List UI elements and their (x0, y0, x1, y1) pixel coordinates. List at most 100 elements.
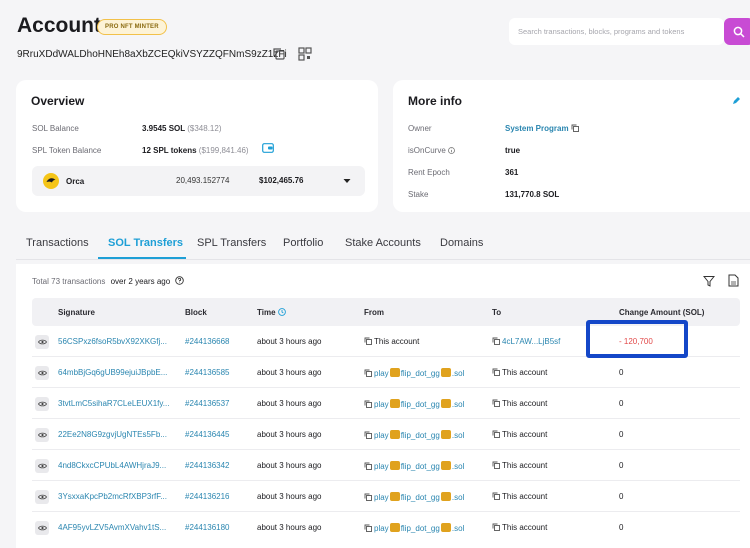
tabs-divider (16, 259, 750, 260)
block-link[interactable]: #244136585 (185, 368, 230, 377)
view-icon[interactable] (35, 335, 49, 349)
to-account-link[interactable]: 4cL7AW...LjB5sf (502, 337, 560, 346)
view-icon[interactable] (35, 366, 49, 380)
tab-stake-accounts[interactable]: Stake Accounts (345, 237, 421, 257)
help-icon[interactable] (175, 276, 185, 285)
col-to: To (492, 308, 502, 317)
from-name-part[interactable]: play (374, 369, 389, 378)
copy-icon[interactable] (364, 369, 372, 377)
block-link[interactable]: #244136668 (185, 337, 230, 346)
view-icon[interactable] (35, 521, 49, 535)
change-amount: 0 (619, 492, 624, 501)
copy-icon[interactable] (571, 124, 579, 132)
signature-link[interactable]: 3tvtLmC5sihaR7CLeLEUX1fy... (58, 399, 169, 408)
from-name-part[interactable]: flip_dot_gg (401, 462, 440, 471)
from-name-part[interactable]: .sol (452, 493, 464, 502)
block-link[interactable]: #244136216 (185, 492, 230, 501)
from-account: This account (374, 337, 420, 346)
from-cell[interactable]: play flip_dot_gg .sol (364, 523, 464, 533)
tab-sol-transfers[interactable]: SOL Transfers (108, 237, 183, 257)
signature-link[interactable]: 56CSPxz6fsoR5bvX92XKGfj... (58, 337, 167, 346)
to-cell: This account (492, 430, 547, 439)
copy-icon[interactable] (492, 523, 500, 531)
copy-icon[interactable] (492, 399, 500, 407)
from-name-part[interactable]: .sol (452, 369, 464, 378)
from-cell[interactable]: play flip_dot_gg .sol (364, 430, 464, 440)
edit-icon[interactable] (732, 96, 741, 105)
from-name-part[interactable]: .sol (452, 431, 464, 440)
signature-link[interactable]: 22Ee2N8G9zgvjUgNTEs5Fb... (58, 430, 167, 439)
sol-balance-usd: ($348.12) (187, 124, 222, 133)
signature-link[interactable]: 64mbBjGq6gUB99ejuiJBpbE... (58, 368, 167, 377)
view-icon[interactable] (35, 459, 49, 473)
copy-icon[interactable] (272, 47, 286, 61)
from-name-part[interactable]: play (374, 524, 389, 533)
copy-icon[interactable] (492, 461, 500, 469)
from-name-part[interactable]: flip_dot_gg (401, 400, 440, 409)
block-link[interactable]: #244136180 (185, 523, 230, 532)
copy-icon[interactable] (364, 462, 372, 470)
owner-link[interactable]: System Program (505, 124, 569, 133)
from-name-part[interactable]: flip_dot_gg (401, 369, 440, 378)
annotation-highlight-box (586, 320, 688, 358)
block-link[interactable]: #244136537 (185, 399, 230, 408)
tab-portfolio[interactable]: Portfolio (283, 237, 323, 257)
owner-value[interactable]: System Program (505, 124, 581, 133)
copy-icon[interactable] (492, 430, 500, 438)
tab-domains[interactable]: Domains (440, 237, 483, 257)
from-name-part[interactable]: play (374, 431, 389, 440)
from-name-part[interactable]: flip_dot_gg (401, 431, 440, 440)
from-name-part[interactable]: play (374, 400, 389, 409)
from-cell[interactable]: play flip_dot_gg .sol (364, 461, 464, 471)
clock-icon[interactable] (277, 308, 286, 316)
block-link[interactable]: #244136342 (185, 461, 230, 470)
tab-transactions[interactable]: Transactions (26, 237, 89, 257)
copy-icon[interactable] (364, 400, 372, 408)
search-bar[interactable] (509, 18, 724, 45)
from-name-part[interactable]: .sol (452, 524, 464, 533)
copy-icon[interactable] (492, 337, 500, 345)
from-name-part[interactable]: flip_dot_gg (401, 524, 440, 533)
qr-code-icon[interactable] (298, 47, 312, 61)
signature-link[interactable]: 3YsxxaKpcPb2mcRfXBP3rfF... (58, 492, 167, 501)
from-cell[interactable]: play flip_dot_gg .sol (364, 492, 464, 502)
col-signature: Signature (58, 308, 95, 317)
info-icon[interactable] (448, 147, 455, 154)
from-cell[interactable]: play flip_dot_gg .sol (364, 399, 464, 409)
from-name-part[interactable]: .sol (452, 462, 464, 471)
to-cell: This account (492, 399, 547, 408)
view-icon[interactable] (35, 397, 49, 411)
view-icon[interactable] (35, 490, 49, 504)
spl-balance-usd: ($199,841.46) (198, 146, 249, 155)
filter-icon[interactable] (703, 275, 715, 287)
col-from: From (364, 308, 384, 317)
owner-label: Owner (408, 124, 432, 133)
copy-icon[interactable] (492, 368, 500, 376)
curve-label-text: isOnCurve (408, 146, 446, 155)
change-amount: 0 (619, 399, 624, 408)
chevron-down-icon[interactable] (343, 178, 351, 184)
change-amount: 0 (619, 523, 624, 532)
signature-link[interactable]: 4AF95yvLZV5AvmXVahv1tS... (58, 523, 166, 532)
export-csv-icon[interactable] (728, 274, 739, 287)
copy-icon[interactable] (364, 493, 372, 501)
block-link[interactable]: #244136445 (185, 430, 230, 439)
wallet-icon[interactable] (262, 143, 274, 153)
from-name-part[interactable]: flip_dot_gg (401, 493, 440, 502)
search-input[interactable] (509, 18, 724, 45)
signature-link[interactable]: 4nd8CkxcCPUbL4AWHjraJ9... (58, 461, 166, 470)
view-icon[interactable] (35, 428, 49, 442)
from-name-part[interactable]: play (374, 493, 389, 502)
copy-icon[interactable] (364, 431, 372, 439)
from-cell[interactable]: play flip_dot_gg .sol (364, 368, 464, 378)
from-name-part[interactable]: .sol (452, 400, 464, 409)
hand-emoji-icon (440, 461, 451, 470)
search-button[interactable] (724, 18, 750, 45)
copy-icon[interactable] (364, 524, 372, 532)
col-time[interactable]: Time (257, 308, 286, 317)
copy-icon[interactable] (364, 337, 372, 345)
from-name-part[interactable]: play (374, 462, 389, 471)
stake-value: 131,770.8 SOL (505, 190, 560, 199)
copy-icon[interactable] (492, 492, 500, 500)
tab-spl-transfers[interactable]: SPL Transfers (197, 237, 266, 257)
